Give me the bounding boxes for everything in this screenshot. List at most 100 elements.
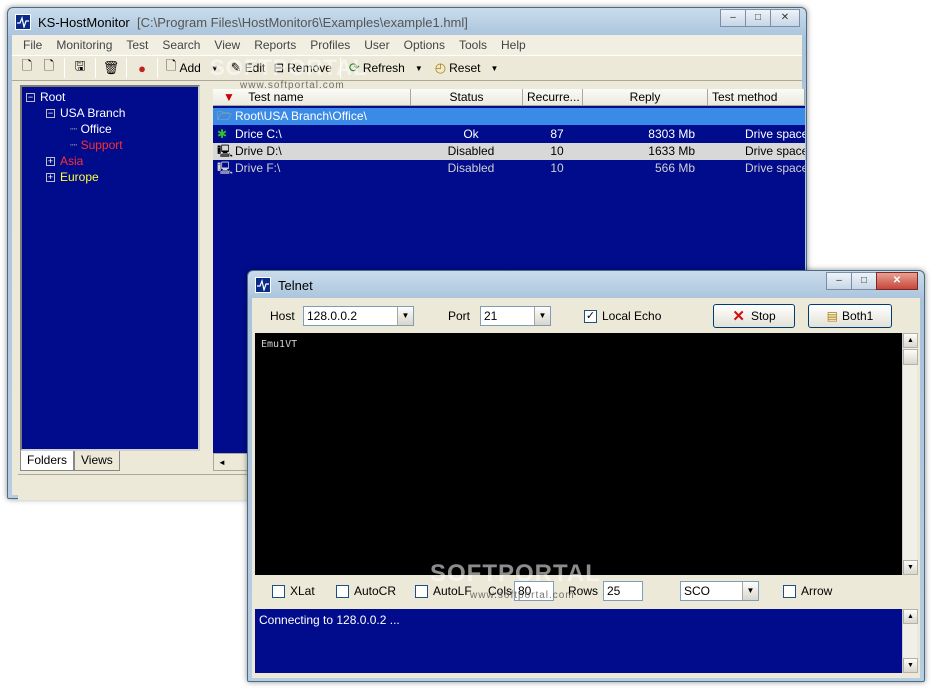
row-status: Disabled: [447, 161, 495, 175]
minimize-button[interactable]: –: [720, 9, 746, 27]
menu-view[interactable]: View: [207, 38, 247, 52]
autolf-checkbox[interactable]: [415, 585, 428, 598]
col-test-name[interactable]: ▼ Test name: [213, 89, 411, 106]
both-icon: ▤: [826, 309, 838, 323]
tree-node-asia[interactable]: + Asia: [46, 154, 83, 168]
row-method: Drive space: [745, 127, 805, 141]
folder-tree[interactable]: − Root − USA Branch ┈ Office ┈ Support + As…: [20, 85, 200, 451]
tab-views[interactable]: Views: [74, 451, 120, 471]
telnet-minimize-button[interactable]: –: [826, 272, 852, 290]
app-icon: [15, 14, 31, 30]
row-recurrences: 10: [550, 161, 564, 175]
host-combo[interactable]: 128.0.0.2 ▼: [303, 306, 414, 326]
save-file-icon[interactable]: 🖫: [69, 57, 91, 79]
menu-monitoring[interactable]: Monitoring: [49, 38, 119, 52]
tree-node-office[interactable]: ┈ Office: [70, 122, 112, 136]
menu-test[interactable]: Test: [119, 38, 155, 52]
scroll-left-icon[interactable]: ◄: [214, 458, 226, 467]
row-status: Ok: [463, 127, 479, 141]
chevron-down-icon[interactable]: ▼: [397, 307, 413, 325]
row-reply: 1633 Mb: [648, 144, 695, 158]
main-title: KS-HostMonitor [C:\Program Files\HostMon…: [38, 15, 468, 30]
tree-node-usa-branch[interactable]: − USA Branch: [46, 106, 125, 120]
rows-input[interactable]: 25: [603, 581, 643, 601]
scroll-down-icon[interactable]: ▼: [903, 658, 918, 673]
chevron-down-icon[interactable]: ▼: [534, 307, 550, 325]
terminal-vertical-scrollbar[interactable]: ▲ ▼: [902, 333, 918, 575]
row-method: Drive space: [745, 161, 805, 175]
toolbar-separator: [126, 58, 127, 78]
reset-icon: ◴: [434, 60, 447, 75]
xlat-checkbox[interactable]: [272, 585, 285, 598]
collapse-icon[interactable]: −: [46, 109, 55, 119]
sort-arrow-icon: ▼: [223, 90, 235, 104]
row-status: Disabled: [447, 144, 495, 158]
telnet-titlebar[interactable]: Telnet – □ ✕: [248, 271, 924, 299]
port-combo[interactable]: 21 ▼: [480, 306, 551, 326]
table-row[interactable]: ✱ Drice C:\ Ok 87 8303 Mb Drive space: [213, 126, 805, 143]
tree-node-support[interactable]: ┈ Support: [70, 138, 123, 152]
tab-folders[interactable]: Folders: [20, 451, 75, 471]
emulation-combo[interactable]: SCO ▼: [680, 581, 759, 601]
add-icon: 🗋: [166, 58, 177, 73]
new-file-icon[interactable]: 🗋: [16, 57, 38, 79]
menu-options[interactable]: Options: [397, 38, 452, 52]
row-name: Drive F:\: [235, 161, 281, 175]
menu-tools[interactable]: Tools: [452, 38, 494, 52]
tree-node-europe[interactable]: + Europe: [46, 170, 99, 184]
row-recurrences: 87: [550, 127, 564, 141]
row-name: Drice C:\: [235, 127, 282, 141]
reset-dropdown-arrow-icon[interactable]: ▼: [490, 64, 498, 73]
stop-button[interactable]: ✕ Stop: [713, 304, 795, 328]
local-echo-label: Local Echo: [602, 309, 662, 323]
menu-profiles[interactable]: Profiles: [303, 38, 357, 52]
trash-icon[interactable]: 🗑: [100, 57, 122, 79]
maximize-button[interactable]: □: [745, 9, 771, 27]
menu-help[interactable]: Help: [494, 38, 533, 52]
menu-reports[interactable]: Reports: [247, 38, 303, 52]
col-status[interactable]: Status: [411, 89, 523, 106]
row-name: Drive D:\: [235, 144, 282, 158]
terminal-screen[interactable]: Emu1VT: [255, 333, 902, 575]
log-vertical-scrollbar[interactable]: ▲ ▼: [902, 609, 918, 673]
telnet-maximize-button[interactable]: □: [851, 272, 877, 290]
reset-button[interactable]: ◴ Reset: [431, 57, 485, 79]
telnet-client: Host 128.0.0.2 ▼ Port 21 ▼ ✓ Local Echo …: [252, 298, 920, 678]
scroll-up-icon[interactable]: ▲: [903, 333, 918, 348]
local-echo-checkbox[interactable]: ✓: [584, 310, 597, 323]
menu-search[interactable]: Search: [155, 38, 207, 52]
scroll-up-icon[interactable]: ▲: [903, 609, 918, 624]
menu-bar: File Monitoring Test Search View Reports…: [12, 35, 802, 55]
folder-row[interactable]: 🗁 Root\USA Branch\Office\: [213, 108, 805, 125]
scroll-thumb[interactable]: [903, 349, 918, 365]
color-profile-icon[interactable]: ●: [131, 57, 153, 79]
expand-icon[interactable]: +: [46, 173, 55, 183]
expand-icon[interactable]: +: [46, 157, 55, 167]
row-recurrences: 10: [550, 144, 564, 158]
chevron-down-icon[interactable]: ▼: [742, 582, 758, 600]
row-reply: 8303 Mb: [648, 127, 695, 141]
telnet-window: Telnet – □ ✕ Host 128.0.0.2 ▼ Port 21 ▼ …: [247, 270, 925, 682]
telnet-close-button[interactable]: ✕: [876, 272, 918, 290]
menu-user[interactable]: User: [357, 38, 396, 52]
scroll-down-icon[interactable]: ▼: [903, 560, 918, 575]
col-recurrences[interactable]: Recurre...: [523, 89, 583, 106]
table-row[interactable]: 🖳 Drive F:\ Disabled 10 566 Mb Drive spa…: [213, 160, 805, 177]
open-file-icon[interactable]: 🗋: [38, 57, 60, 79]
col-test-method[interactable]: Test method: [708, 89, 805, 106]
close-button[interactable]: ✕: [770, 9, 800, 27]
tree-node-root[interactable]: − Root: [26, 90, 65, 104]
main-titlebar[interactable]: KS-HostMonitor [C:\Program Files\HostMon…: [8, 8, 806, 36]
col-reply[interactable]: Reply: [583, 89, 708, 106]
telnet-title: Telnet: [278, 278, 313, 293]
autocr-checkbox[interactable]: [336, 585, 349, 598]
collapse-icon[interactable]: −: [26, 93, 35, 103]
menu-file[interactable]: File: [16, 38, 49, 52]
status-ok-icon: ✱: [217, 127, 228, 141]
refresh-dropdown-arrow-icon[interactable]: ▼: [415, 64, 423, 73]
table-row[interactable]: 🖳 Drive D:\ Disabled 10 1633 Mb Drive sp…: [213, 143, 805, 160]
add-test-button[interactable]: 🗋 Add: [162, 57, 205, 79]
connection-log[interactable]: Connecting to 128.0.0.2 ...: [255, 609, 902, 673]
both-button[interactable]: ▤ Both1: [808, 304, 892, 328]
arrow-checkbox[interactable]: [783, 585, 796, 598]
